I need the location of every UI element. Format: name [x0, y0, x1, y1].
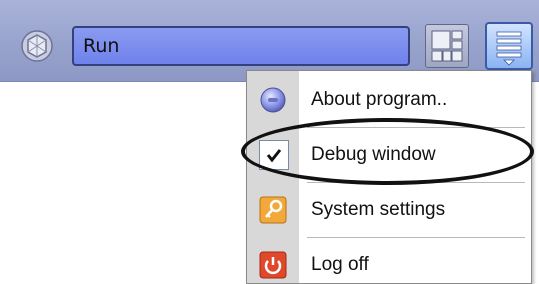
camera-lens-icon[interactable]: [21, 30, 53, 62]
main-menu-button[interactable]: [485, 22, 533, 70]
menu-separator: [307, 182, 525, 184]
menu-list-icon: [496, 31, 522, 66]
menu-item-debug-window[interactable]: Debug window: [247, 130, 531, 180]
menu-item-label: About program..: [311, 89, 448, 110]
power-icon: [259, 251, 287, 279]
dropdown-menu: About program.. Debug window System sett…: [246, 70, 532, 284]
checkbox-checked-icon[interactable]: [259, 140, 289, 170]
key-icon: [259, 196, 287, 224]
menu-item-log-off[interactable]: Log off: [247, 240, 531, 284]
menu-separator: [307, 127, 525, 129]
menu-item-label: Log off: [311, 254, 369, 275]
menu-item-about[interactable]: About program..: [247, 75, 531, 125]
grid-layout-icon: [431, 30, 463, 62]
menu-separator: [307, 237, 525, 239]
menu-item-label: Debug window: [311, 144, 436, 165]
menu-item-system-settings[interactable]: System settings: [247, 185, 531, 235]
layout-grid-button[interactable]: [425, 24, 469, 68]
info-orb-icon: [259, 86, 287, 114]
run-field[interactable]: Run: [72, 26, 410, 66]
menu-item-label: System settings: [311, 199, 446, 220]
